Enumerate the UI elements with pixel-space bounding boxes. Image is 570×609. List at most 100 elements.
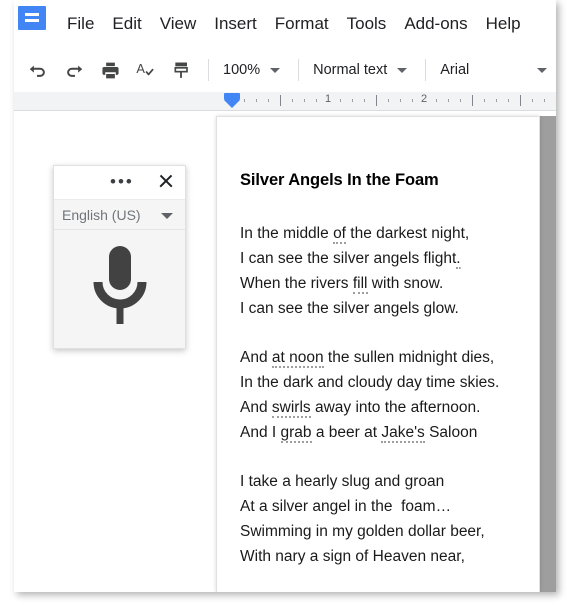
document-text: Saloon (424, 424, 478, 441)
menu-item-edit[interactable]: Edit (103, 11, 150, 37)
ruler-tick (448, 99, 449, 102)
more-options-icon[interactable]: ••• (110, 173, 134, 190)
document-text: the sullen midnight dies, (323, 349, 495, 366)
document-stanza: I take a hearly slug and groan At a silve… (240, 469, 530, 569)
menu-item-tools[interactable]: Tools (338, 11, 396, 37)
chevron-down-icon (270, 67, 281, 73)
svg-text:A: A (136, 61, 145, 76)
menu-item-format[interactable]: Format (266, 11, 338, 37)
document-line: Swimming in my golden dollar beer, (240, 519, 530, 544)
ruler-tick (532, 99, 533, 102)
document-text: At a silver angel in the foam… (240, 498, 452, 515)
ruler-tick (400, 99, 401, 102)
document-body[interactable]: Silver Angels In the Foam In the middle … (240, 169, 530, 592)
document-line: I take a hearly slug and groan (240, 469, 530, 494)
ruler-tick (376, 95, 377, 106)
document-page[interactable]: Silver Angels In the Foam In the middle … (216, 116, 540, 592)
document-text: I can see the silver angels flight (240, 250, 457, 267)
spelling-suggestion-text[interactable]: swirls (271, 399, 311, 418)
document-line: When the rivers fill with snow. (240, 271, 530, 296)
zoom-value: 100% (223, 62, 261, 78)
menu-item-insert[interactable]: Insert (205, 11, 266, 37)
document-line: I can see the silver angels flight. (240, 246, 530, 271)
ruler-tick (352, 99, 353, 102)
docs-logo-icon[interactable] (18, 6, 46, 30)
spelling-suggestion-text[interactable]: Jake's (381, 424, 425, 443)
document-text: And I (240, 424, 281, 441)
chevron-down-icon (161, 213, 173, 219)
ruler-tick (508, 99, 509, 102)
ruler[interactable]: 12 (14, 92, 556, 111)
chevron-down-icon (537, 67, 548, 73)
menu-bar: File Edit View Insert Format Tools Add-o… (14, 0, 556, 49)
document-text: And (240, 349, 272, 366)
spelling-suggestion-text[interactable]: grab (280, 424, 312, 443)
menu-item-file[interactable]: File (58, 11, 103, 37)
ruler-tick (340, 99, 341, 102)
language-selector[interactable]: English (US) (54, 200, 185, 230)
ruler-tick (292, 99, 293, 102)
ruler-tick (472, 95, 473, 106)
ruler-tick (544, 99, 545, 102)
spelling-suggestion-text[interactable]: . (456, 250, 461, 269)
ruler-tick (388, 99, 389, 102)
ruler-tick (244, 99, 245, 102)
paint-format-icon[interactable] (170, 58, 194, 82)
document-text: the darkest night, (346, 225, 470, 242)
document-text: With nary a sign of Heaven near, (240, 548, 465, 565)
paragraph-style-value: Normal text (313, 62, 388, 78)
document-text: In the dark and cloudy day time skies. (240, 374, 500, 391)
voice-dialog-titlebar[interactable]: ••• (54, 166, 185, 200)
document-line: I can see the silver angels glow. (240, 296, 530, 321)
close-icon[interactable] (157, 172, 175, 190)
document-text: with snow. (367, 275, 444, 292)
ruler-tick (496, 99, 497, 102)
zoom-dropdown[interactable]: 100% (217, 57, 290, 83)
document-text: Swimming in my golden dollar beer, (240, 523, 485, 540)
paragraph-style-dropdown[interactable]: Normal text (307, 57, 417, 83)
font-family-value: Arial (440, 62, 470, 78)
ruler-number: 1 (324, 93, 332, 105)
menu-item-add-ons[interactable]: Add-ons (395, 11, 476, 37)
spelling-suggestion-text[interactable]: of (333, 225, 346, 244)
docs-app-window: File Edit View Insert Format Tools Add-o… (14, 0, 556, 592)
document-line: And I grab a beer at Jake's Saloon (240, 420, 530, 445)
ruler-tick (436, 99, 437, 102)
document-text: And (240, 399, 272, 416)
print-icon[interactable] (98, 58, 122, 82)
microphone-icon[interactable] (88, 244, 152, 330)
document-line: With nary a sign of Heaven near, (240, 544, 530, 569)
document-text: I take a hearly slug and groan (240, 473, 445, 490)
spelling-suggestion-text[interactable]: at noon (271, 349, 324, 368)
ruler-tick (280, 95, 281, 106)
toolbar-divider (298, 59, 300, 81)
ruler-tick (460, 99, 461, 102)
document-line: In the dark and cloudy day time skies. (240, 370, 530, 395)
ruler-margin-area (14, 92, 216, 110)
document-text: I can see the silver angels glow. (240, 300, 459, 317)
spelling-suggestion-text[interactable]: fill (352, 275, 368, 294)
document-line: At a silver angel in the foam… (240, 494, 530, 519)
language-label: English (US) (62, 206, 141, 223)
menu-item-view[interactable]: View (151, 11, 206, 37)
document-title: Silver Angels In the Foam (240, 171, 439, 189)
microphone-area[interactable] (54, 230, 185, 348)
document-line: And at noon the sullen midnight dies, (240, 345, 530, 370)
indent-marker-bar (224, 93, 240, 100)
document-line: And swirls away into the afternoon. (240, 395, 530, 420)
chevron-down-icon (397, 67, 408, 73)
document-text: away into the afternoon. (310, 399, 481, 416)
redo-icon[interactable] (62, 58, 86, 82)
document-text: When the rivers (240, 275, 353, 292)
menu-item-help[interactable]: Help (477, 11, 530, 37)
document-text: a beer at (311, 424, 382, 441)
undo-icon[interactable] (26, 58, 50, 82)
spelling-check-icon[interactable]: A (134, 58, 158, 82)
voice-typing-dialog[interactable]: ••• English (US) (53, 165, 186, 349)
page-right-shade (539, 116, 556, 592)
toolbar-divider (208, 59, 209, 81)
ruler-track: 12 (216, 92, 556, 110)
document-canvas[interactable]: Silver Angels In the Foam In the middle … (14, 111, 556, 592)
ruler-tick (412, 99, 413, 102)
font-family-dropdown[interactable]: Arial (434, 57, 556, 83)
